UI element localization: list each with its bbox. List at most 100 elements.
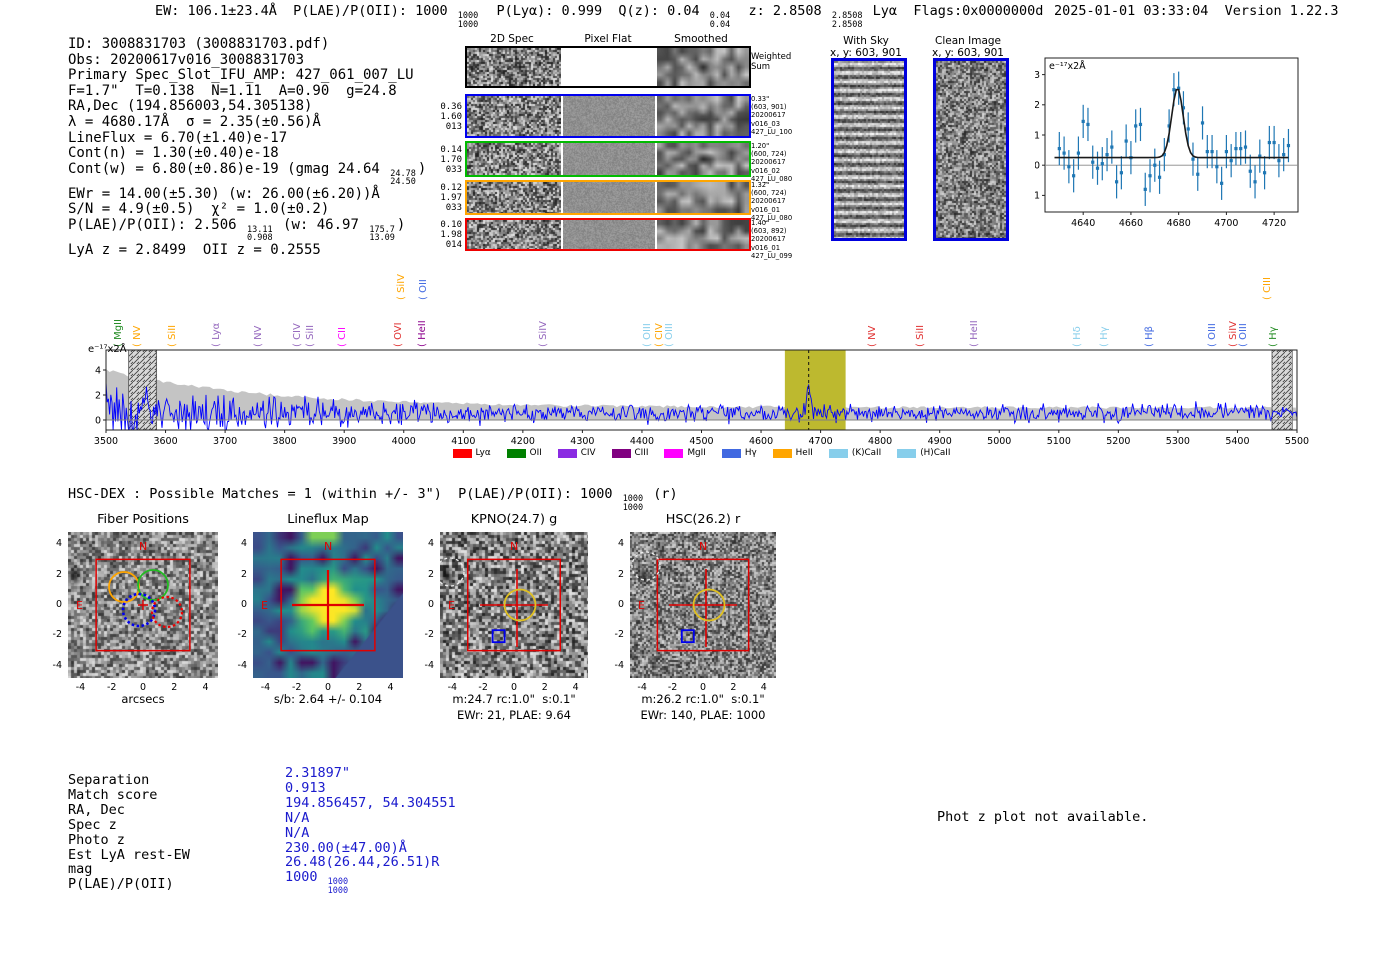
- match-row-label: RA, Dec: [68, 801, 125, 818]
- cutout-title: Fiber Positions: [97, 512, 189, 527]
- text-segment: Cont(n) = 1.30(±0.40)e-18: [68, 145, 279, 162]
- text-segment: F=1.7" T=0.138 N=1.11 A=0.90 g=24.8: [68, 82, 397, 99]
- cutout-caption: m:26.2 rc:1.0" s:0.1": [641, 692, 765, 706]
- text-segment: 0.913: [285, 779, 326, 796]
- header-summary: EW: 106.1±23.4Å P(LAE)/P(OII): 1000 1000…: [155, 3, 1043, 29]
- hscdex-matches-line: HSC-DEX : Possible Matches = 1 (within +…: [68, 486, 678, 512]
- axis-tick-label: -2: [107, 682, 117, 693]
- legend-swatch: [897, 448, 917, 458]
- text-segment: N/A: [285, 809, 310, 826]
- text-segment: S/N = 4.9(±0.5) χ² = 1.0(±0.2): [68, 201, 330, 218]
- spec2d-left-label: 0.14 1.70 033: [440, 145, 462, 175]
- cutout-overlay: NE: [631, 540, 750, 652]
- svg-text:4700: 4700: [1214, 218, 1238, 229]
- legend-item: CIII: [611, 448, 649, 458]
- text-segment: 26.48(26.44,26.51)R: [285, 854, 440, 871]
- svg-text:5100: 5100: [1047, 436, 1071, 447]
- pixelflat-image: [563, 182, 655, 213]
- svg-text:2: 2: [95, 390, 101, 401]
- col-title-smoothed: Smoothed: [674, 33, 728, 45]
- axis-tick-label: 0: [240, 599, 247, 610]
- svg-text:4700: 4700: [809, 436, 833, 447]
- svg-text:3500: 3500: [94, 436, 118, 447]
- legend-label: Lyα: [475, 448, 491, 458]
- axis-tick-label: -2: [52, 629, 62, 641]
- stacked-fraction: 2.8508 2.8508: [831, 11, 863, 30]
- spec2d-image: [467, 143, 561, 175]
- stacked-fraction: 0.04 0.04: [709, 11, 731, 30]
- spec2d-image: [467, 220, 561, 249]
- legend-label: Hγ: [744, 448, 757, 458]
- text-segment: Cont(w) = 6.80(±0.86)e-19 (gmag 24.64: [68, 160, 389, 177]
- info-line: Primary Spec_Slot_IFU_AMP: 427_061_007_L…: [68, 67, 426, 84]
- smoothed-image: [657, 143, 749, 175]
- col-title-pixelflat: Pixel Flat: [584, 33, 632, 45]
- svg-text:5200: 5200: [1106, 436, 1130, 447]
- text-segment: (w: 46.97: [274, 216, 368, 233]
- spec2d-right-label: Weighted Sum: [751, 52, 792, 72]
- svg-text:1: 1: [1035, 130, 1040, 141]
- svg-text:0: 0: [1035, 160, 1040, 171]
- axis-tick-label: -4: [237, 659, 247, 671]
- text-segment: LineFlux = 6.70(±1.40)e-17: [68, 129, 288, 146]
- svg-text:N: N: [699, 540, 707, 553]
- photz-note: Phot z plot not available.: [937, 809, 1149, 825]
- svg-text:0: 0: [95, 415, 101, 426]
- smoothed-image: [657, 182, 749, 213]
- svg-text:4500: 4500: [689, 436, 713, 447]
- text-segment: Obs: 20200617v016_3008831703: [68, 51, 305, 68]
- axis-tick-label: 2: [55, 568, 62, 580]
- text-segment: ): [396, 216, 406, 233]
- axis-tick-label: -4: [75, 682, 86, 693]
- svg-text:3900: 3900: [332, 436, 356, 447]
- svg-text:e⁻¹⁷x2Å: e⁻¹⁷x2Å: [88, 342, 127, 355]
- axis-tick-label: 4: [387, 682, 394, 693]
- axis-tick-label: 2: [240, 568, 247, 580]
- svg-text:N: N: [324, 540, 332, 553]
- pixelflat-image: [563, 220, 655, 249]
- emission-line-label: ( OII: [418, 279, 429, 300]
- match-row-value: 194.856457, 54.304551: [285, 795, 456, 811]
- legend-label: HeII: [795, 448, 813, 458]
- svg-text:E: E: [448, 599, 455, 612]
- legend-label: (K)CaII: [851, 448, 882, 458]
- text-segment: EW: 106.1±23.4Å P(LAE)/P(OII): 1000: [155, 3, 456, 19]
- axis-tick-label: -4: [260, 682, 271, 693]
- info-line: S/N = 4.9(±0.5) χ² = 1.0(±0.2): [68, 202, 426, 218]
- legend-swatch: [828, 448, 848, 458]
- axis-tick-label: -2: [614, 629, 624, 641]
- legend-swatch: [772, 448, 792, 458]
- info-line: Cont(n) = 1.30(±0.40)e-18: [68, 145, 426, 162]
- info-line: P(LAE)/P(OII): 2.506 13.11 0.908 (w: 46.9…: [68, 216, 426, 243]
- pixelflat-image: [563, 96, 655, 136]
- legend-label: CIII: [634, 448, 649, 458]
- axis-tick-label: 4: [240, 538, 247, 550]
- info-line: RA,Dec (194.856003,54.305138): [68, 99, 426, 115]
- text-segment: 1000: [285, 869, 326, 886]
- match-row-value: 2.31897": [285, 766, 350, 781]
- legend-item: MgII: [664, 448, 706, 458]
- legend-swatch: [506, 448, 526, 458]
- axis-tick-label: 4: [55, 538, 62, 550]
- axis-tick-label: -4: [52, 659, 62, 671]
- legend-swatch: [557, 448, 577, 458]
- text-segment: N/A: [285, 824, 310, 841]
- spec2d-left-label: 0.12 1.97 033: [440, 183, 462, 213]
- svg-text:3: 3: [1035, 70, 1040, 81]
- legend-swatch: [452, 448, 472, 458]
- legend-label: CIV: [580, 448, 596, 458]
- svg-text:4600: 4600: [749, 436, 773, 447]
- axis-tick-label: 2: [427, 568, 434, 580]
- spec2d-right-label: 1.40" (603, 892) 20200617 v016_01 427_LU…: [751, 219, 793, 260]
- legend-swatch: [611, 448, 631, 458]
- axis-tick-label: -2: [424, 629, 434, 641]
- info-line: F=1.7" T=0.138 N=1.11 A=0.90 g=24.8: [68, 82, 426, 100]
- match-row-label: Separation: [68, 772, 150, 788]
- spec2d-row: [465, 218, 751, 251]
- svg-text:5400: 5400: [1225, 436, 1249, 447]
- text-segment: EWr = 14.00(±5.30) (w: 26.00(±6.20))Å: [68, 185, 380, 202]
- spec2d-right-label: 1.20" (600, 724) 20200617 v016_02 427_LU…: [751, 142, 793, 183]
- smoothed-image: [657, 48, 749, 86]
- svg-text:4200: 4200: [511, 436, 535, 447]
- text-segment: RA,Dec (194.856003,54.305138): [68, 98, 313, 115]
